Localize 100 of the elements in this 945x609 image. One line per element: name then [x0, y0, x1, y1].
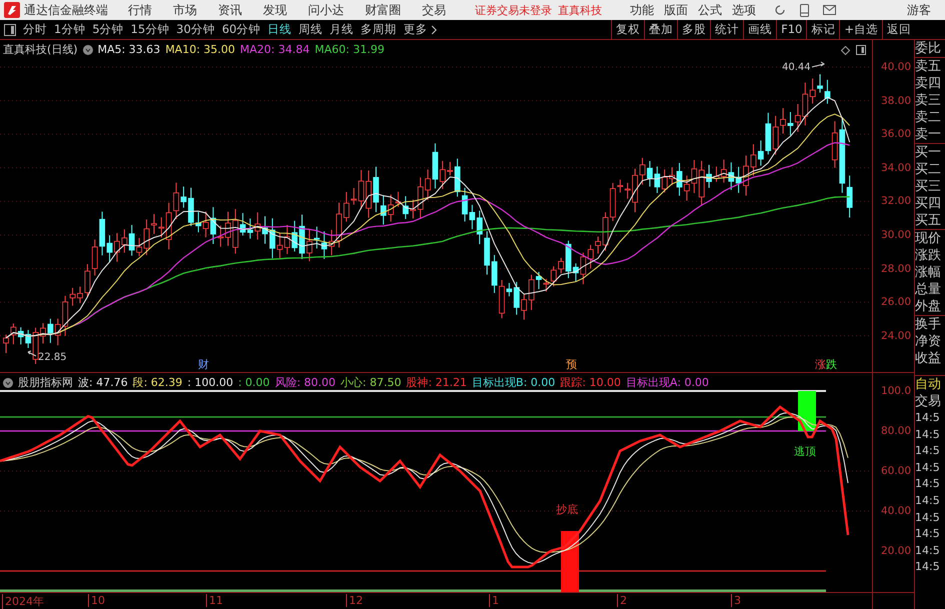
- quote-label: 涨跌: [915, 247, 942, 264]
- candlestick: [558, 257, 564, 274]
- indicator-reading: 风险: 80.00: [274, 375, 336, 390]
- leader-line: [28, 350, 36, 356]
- menu-item[interactable]: 市场: [173, 2, 197, 18]
- candlestick: [40, 322, 46, 344]
- ma-reading: MA5: 33.63: [98, 43, 160, 56]
- candlestick: [336, 202, 342, 248]
- candlestick: [824, 79, 830, 104]
- date-label: 3: [731, 594, 741, 607]
- low-price-label: 22.85: [38, 352, 67, 363]
- quote-label: 买五: [915, 212, 942, 229]
- signal-label: 逃顶: [794, 445, 816, 458]
- period-tab[interactable]: 日线: [268, 22, 292, 37]
- menu-item[interactable]: 发现: [263, 2, 287, 18]
- toolbar-button[interactable]: +自选: [839, 20, 882, 39]
- period-tab[interactable]: 1分钟: [54, 22, 86, 37]
- time-label: 14:5: [915, 510, 941, 526]
- mail-icon[interactable]: [823, 5, 836, 15]
- event-marker: 预: [566, 358, 577, 371]
- date-label: 1: [489, 594, 499, 607]
- toggle-icon[interactable]: [3, 378, 13, 388]
- quote-label: 委比: [915, 40, 942, 57]
- login-notice: 证券交易未登录: [475, 2, 552, 18]
- phone-icon[interactable]: [800, 4, 809, 16]
- axis-label: 60.00: [880, 465, 911, 477]
- toggle-icon[interactable]: [82, 44, 93, 54]
- period-tab[interactable]: 15分钟: [130, 22, 170, 37]
- indicator-reading: 目标出现A: 0.00: [626, 375, 709, 390]
- candlestick: [262, 216, 268, 244]
- leader-line: [812, 62, 825, 68]
- chevron-icon: [430, 24, 438, 34]
- candlestick: [188, 187, 194, 227]
- indicator-reading: : 100.00: [187, 376, 234, 389]
- menu-item[interactable]: 版面: [664, 2, 688, 18]
- axis-label: 26.00: [880, 296, 911, 308]
- candlestick: [114, 232, 120, 262]
- panel-toggle-icon[interactable]: [856, 45, 866, 55]
- candlestick: [77, 286, 83, 304]
- axis-label: 36.00: [880, 128, 911, 140]
- toolbar-button[interactable]: 返回: [882, 20, 915, 39]
- menu-item[interactable]: 公式: [698, 2, 722, 18]
- toolbar-button[interactable]: 画线: [743, 20, 776, 39]
- ma-reading: MA10: 35.00: [165, 43, 236, 56]
- menu-item[interactable]: 资讯: [218, 2, 242, 18]
- panel-toggle-icon[interactable]: [4, 24, 16, 36]
- ma-reading: MA20: 34.84: [240, 43, 310, 56]
- axis-label: 30.00: [880, 229, 911, 241]
- menu-item[interactable]: 选项: [732, 2, 756, 18]
- date-label: 11: [206, 594, 223, 607]
- quote-label: 买一: [915, 144, 942, 161]
- time-label: 14:5: [915, 526, 941, 542]
- more-button[interactable]: 更多: [404, 22, 438, 37]
- axis-label: 32.00: [880, 195, 911, 208]
- quote-label: 买三: [915, 178, 942, 195]
- menu-item[interactable]: 交易: [422, 2, 446, 18]
- time-label: 14:5: [915, 542, 941, 559]
- refresh-icon[interactable]: [774, 4, 786, 16]
- app-title: 通达信金融终端: [24, 2, 108, 18]
- date-label: 2024年: [2, 594, 44, 609]
- menu-item[interactable]: 问小达: [308, 2, 344, 18]
- toolbar-button[interactable]: 复权: [611, 20, 644, 39]
- toolbar-button[interactable]: 标记: [806, 20, 840, 39]
- candlestick: [225, 211, 231, 246]
- toolbar-button[interactable]: F10: [776, 20, 806, 39]
- period-tab[interactable]: 30分钟: [176, 22, 215, 37]
- menu-item[interactable]: 财富圈: [365, 2, 401, 18]
- quote-label: 买二: [915, 161, 942, 178]
- indicator-name: 股朋指标网: [18, 375, 73, 390]
- period-tab[interactable]: 周线: [298, 22, 323, 37]
- candlestick: [410, 199, 416, 219]
- quote-label: 卖二: [915, 109, 942, 126]
- period-tab[interactable]: 月线: [330, 22, 354, 37]
- quote-label: 总量: [915, 281, 942, 298]
- toolbar-button[interactable]: 叠加: [644, 20, 678, 39]
- menu-item[interactable]: 功能: [630, 2, 654, 18]
- period-tab[interactable]: 分时: [23, 22, 47, 37]
- axis-label: 38.00: [880, 94, 911, 107]
- stock-name: 直真科技: [558, 2, 602, 18]
- toolbar-button[interactable]: 多股: [677, 20, 710, 39]
- buy-signal-bar: [561, 531, 579, 592]
- candlestick: [484, 230, 490, 276]
- axis-label: 40.00: [880, 61, 911, 73]
- candlestick: [595, 236, 601, 254]
- candlestick: [3, 334, 9, 354]
- toolbar-button[interactable]: 统计: [710, 20, 744, 39]
- axis-label: 80.00: [880, 425, 911, 437]
- period-tab[interactable]: 多周期: [360, 22, 397, 37]
- diamond-icon[interactable]: [841, 46, 850, 55]
- quote-label: 卖五: [915, 58, 942, 75]
- period-tab[interactable]: 5分钟: [92, 22, 124, 37]
- menu-item[interactable]: 行情: [128, 2, 152, 18]
- time-label: 14:5: [915, 460, 941, 476]
- quote-label: 买四: [915, 195, 942, 212]
- period-tab[interactable]: 60分钟: [222, 22, 261, 37]
- quote-label: 涨幅: [915, 264, 942, 281]
- quote-label: 卖三: [915, 92, 942, 109]
- axis-label: 40.00: [880, 505, 911, 517]
- mode-label: 自动: [915, 376, 942, 393]
- candlestick: [706, 164, 712, 188]
